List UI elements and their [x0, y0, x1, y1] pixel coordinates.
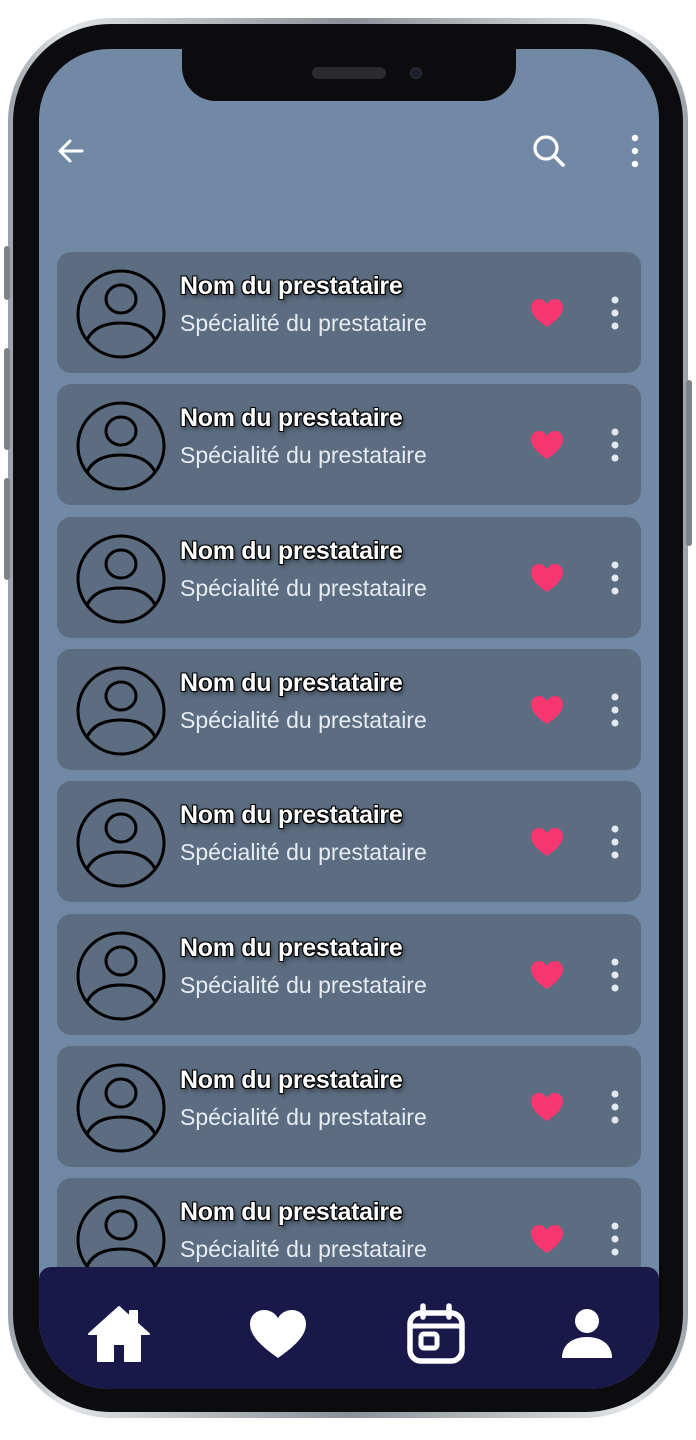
- speaker-grille: [312, 67, 386, 79]
- nav-calendar-button[interactable]: [401, 1301, 471, 1367]
- provider-specialty: Spécialité du prestataire: [180, 839, 427, 865]
- provider-card[interactable]: Nom du prestataire Spécialité du prestata…: [57, 781, 641, 902]
- avatar-placeholder-icon: [76, 269, 166, 359]
- home-icon: [88, 1306, 150, 1362]
- provider-options-button[interactable]: [603, 1216, 627, 1262]
- provider-options-button[interactable]: [603, 819, 627, 865]
- more-vertical-icon: [611, 561, 619, 595]
- more-vertical-icon: [611, 1222, 619, 1256]
- notch: [182, 49, 516, 101]
- more-vertical-icon: [611, 428, 619, 462]
- favorite-toggle[interactable]: [527, 824, 567, 860]
- app-screen: Nom du prestataire Spécialité du prestata…: [39, 49, 659, 1389]
- provider-card[interactable]: Nom du prestataire Spécialité du prestata…: [57, 517, 641, 638]
- avatar: [75, 797, 167, 894]
- avatar-placeholder-icon: [76, 798, 166, 888]
- avatar: [75, 400, 167, 497]
- provider-options-button[interactable]: [603, 687, 627, 733]
- avatar-placeholder-icon: [76, 534, 166, 624]
- provider-card[interactable]: Nom du prestataire Spécialité du prestata…: [57, 384, 641, 505]
- provider-name: Nom du prestataire: [180, 669, 403, 697]
- power-button: [686, 380, 692, 546]
- favorite-heart-icon: [531, 1093, 563, 1121]
- avatar: [75, 268, 167, 365]
- avatar-placeholder-icon: [76, 931, 166, 1021]
- calendar-icon: [407, 1303, 465, 1364]
- avatar-placeholder-icon: [76, 666, 166, 756]
- provider-name: Nom du prestataire: [180, 801, 403, 829]
- favorite-heart-icon: [531, 564, 563, 592]
- favorite-toggle[interactable]: [527, 427, 567, 463]
- favorite-heart-icon: [531, 696, 563, 724]
- silent-switch: [4, 246, 10, 300]
- volume-down-button: [4, 478, 10, 580]
- provider-options-button[interactable]: [603, 555, 627, 601]
- bottom-navigation: [39, 1267, 659, 1389]
- more-vertical-icon: [611, 1090, 619, 1124]
- search-button[interactable]: [527, 129, 571, 173]
- avatar-placeholder-icon: [76, 1063, 166, 1153]
- nav-profile-button[interactable]: [552, 1301, 622, 1367]
- avatar: [75, 930, 167, 1027]
- arrow-left-icon: [58, 139, 84, 163]
- favorite-toggle[interactable]: [527, 295, 567, 331]
- more-vertical-icon: [611, 825, 619, 859]
- provider-name: Nom du prestataire: [180, 934, 403, 962]
- heart-icon: [250, 1310, 306, 1358]
- provider-name: Nom du prestataire: [180, 537, 403, 565]
- avatar: [75, 533, 167, 630]
- favorite-toggle[interactable]: [527, 1089, 567, 1125]
- provider-specialty: Spécialité du prestataire: [180, 707, 427, 733]
- provider-options-button[interactable]: [603, 422, 627, 468]
- provider-options-button[interactable]: [603, 290, 627, 336]
- more-vertical-icon: [611, 296, 619, 330]
- provider-specialty: Spécialité du prestataire: [180, 972, 427, 998]
- favorite-toggle[interactable]: [527, 957, 567, 993]
- more-options-button[interactable]: [613, 129, 657, 173]
- provider-card[interactable]: Nom du prestataire Spécialité du prestata…: [57, 649, 641, 770]
- profile-icon: [562, 1309, 612, 1358]
- provider-card[interactable]: Nom du prestataire Spécialité du prestata…: [57, 914, 641, 1035]
- favorite-toggle[interactable]: [527, 1221, 567, 1257]
- provider-name: Nom du prestataire: [180, 404, 403, 432]
- more-vertical-icon: [611, 693, 619, 727]
- provider-specialty: Spécialité du prestataire: [180, 1104, 427, 1130]
- favorite-heart-icon: [531, 299, 563, 327]
- search-icon: [533, 135, 565, 167]
- provider-name: Nom du prestataire: [180, 1066, 403, 1094]
- back-button[interactable]: [49, 129, 93, 173]
- avatar: [75, 1062, 167, 1159]
- provider-options-button[interactable]: [603, 1084, 627, 1130]
- avatar-placeholder-icon: [76, 401, 166, 491]
- provider-specialty: Spécialité du prestataire: [180, 310, 427, 336]
- favorite-toggle[interactable]: [527, 560, 567, 596]
- avatar: [75, 665, 167, 762]
- provider-card[interactable]: Nom du prestataire Spécialité du prestata…: [57, 252, 641, 373]
- front-camera: [410, 67, 422, 79]
- favorite-heart-icon: [531, 961, 563, 989]
- favorite-toggle[interactable]: [527, 692, 567, 728]
- favorite-heart-icon: [531, 431, 563, 459]
- provider-specialty: Spécialité du prestataire: [180, 1236, 427, 1262]
- more-vertical-icon: [631, 134, 639, 168]
- provider-specialty: Spécialité du prestataire: [180, 442, 427, 468]
- provider-specialty: Spécialité du prestataire: [180, 575, 427, 601]
- nav-favorites-button[interactable]: [243, 1301, 313, 1367]
- favorite-heart-icon: [531, 1225, 563, 1253]
- more-vertical-icon: [611, 958, 619, 992]
- provider-name: Nom du prestataire: [180, 1198, 403, 1226]
- nav-home-button[interactable]: [84, 1301, 154, 1367]
- provider-options-button[interactable]: [603, 952, 627, 998]
- volume-up-button: [4, 348, 10, 450]
- favorite-heart-icon: [531, 828, 563, 856]
- provider-name: Nom du prestataire: [180, 272, 403, 300]
- provider-card[interactable]: Nom du prestataire Spécialité du prestata…: [57, 1046, 641, 1167]
